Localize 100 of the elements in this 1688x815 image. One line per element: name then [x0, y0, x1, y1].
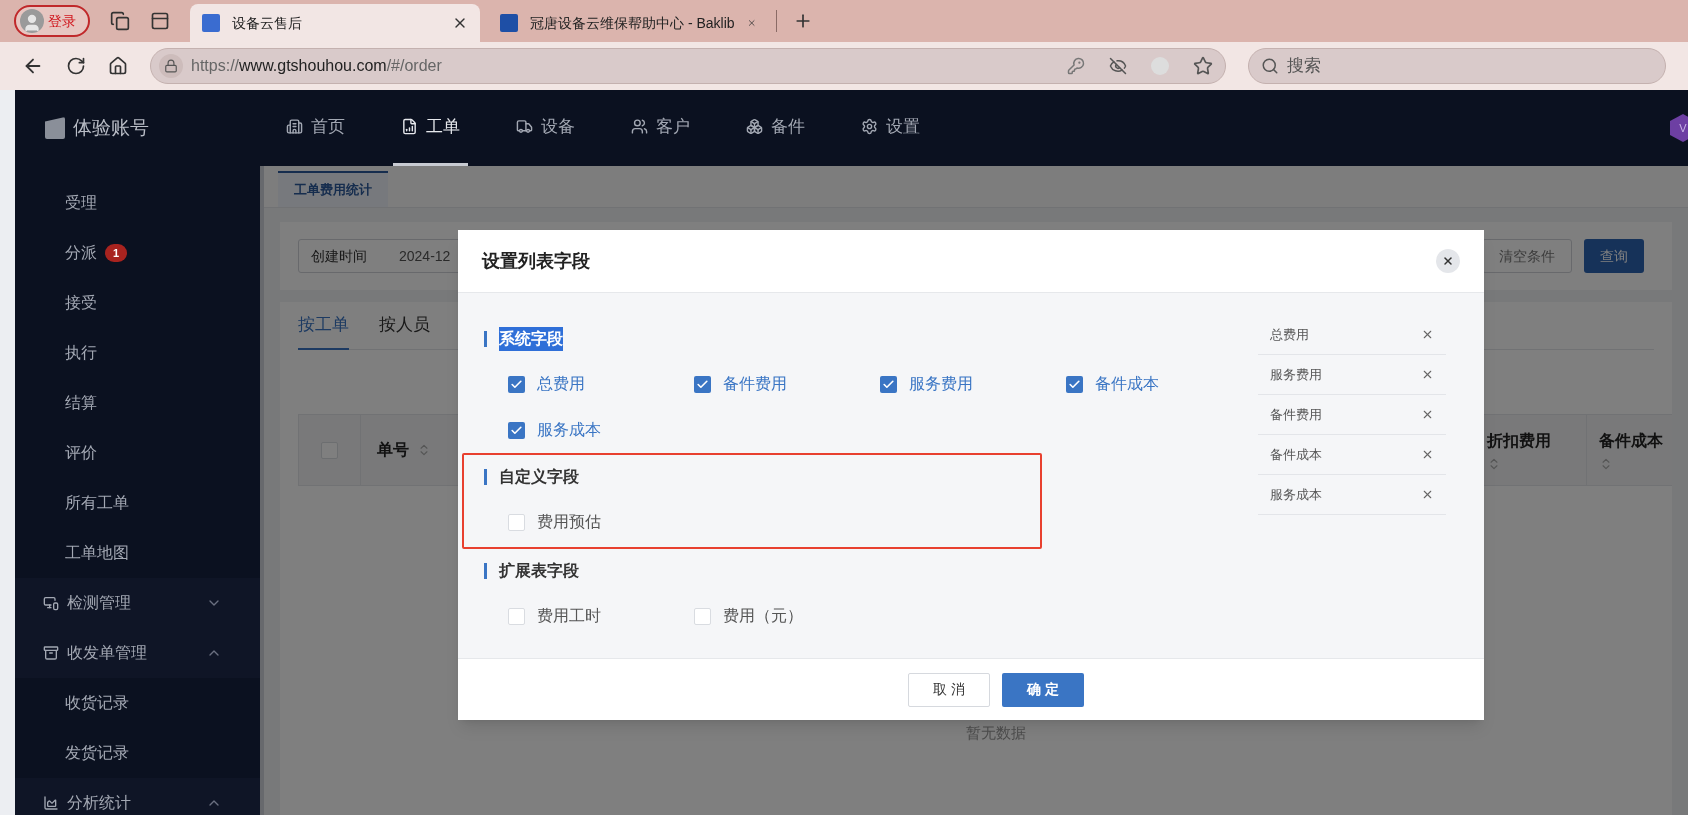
archive-icon — [43, 645, 59, 661]
logo-icon — [45, 117, 65, 139]
sidebar-item[interactable]: 发货记录 — [65, 741, 129, 765]
selected-field: 总费用 — [1270, 324, 1421, 345]
dialog-title: 设置列表字段 — [482, 249, 591, 273]
count-badge: 1 — [105, 244, 128, 262]
close-icon — [1442, 255, 1454, 267]
sidebar-item[interactable]: 受理 — [65, 191, 97, 215]
cancel-button[interactable]: 取 消 — [908, 672, 990, 707]
section-title: 系统字段 — [499, 327, 563, 351]
users-icon — [631, 118, 648, 135]
site-logo-icon — [202, 14, 220, 32]
option-label[interactable]: 总费用 — [537, 372, 585, 396]
confirm-button[interactable]: 确 定 — [1002, 672, 1084, 707]
profile-button[interactable]: 登录 — [14, 5, 90, 37]
checkbox[interactable] — [508, 513, 525, 531]
tab-title: 设备云售后 — [232, 13, 303, 33]
user-badge[interactable]: V — [1670, 114, 1688, 142]
checkbox[interactable] — [694, 375, 711, 393]
collections-icon[interactable] — [110, 11, 130, 31]
avatar-icon — [20, 9, 44, 33]
option-label[interactable]: 备件费用 — [723, 372, 787, 396]
check-icon — [882, 377, 895, 391]
settings-icon — [861, 118, 878, 135]
chart-file-icon — [401, 118, 418, 135]
url-text: https://www.gtshouhou.com/#/order — [191, 56, 443, 76]
sidebar-item[interactable]: 工单地图 — [65, 541, 129, 565]
column-header[interactable]: 单号 — [377, 438, 409, 462]
home-icon[interactable] — [108, 56, 128, 76]
monitor-icon — [43, 595, 59, 611]
sidebar-group[interactable]: 分析统计 — [15, 778, 260, 815]
browser-tab[interactable]: 冠唐设备云维保帮助中心 - Baklib — [488, 4, 768, 42]
remove-icon[interactable] — [1421, 488, 1434, 501]
sub-tab[interactable]: 按人员 — [379, 302, 430, 350]
nav-tab[interactable]: 设备 — [508, 90, 583, 166]
selected-field: 服务费用 — [1270, 364, 1421, 385]
sidebar-group[interactable]: 检测管理 — [15, 578, 260, 628]
remove-icon[interactable] — [1421, 448, 1434, 461]
group-label: 收发单管理 — [67, 643, 148, 663]
browser-tab[interactable]: 设备云售后 — [190, 4, 480, 42]
remove-icon[interactable] — [1421, 368, 1434, 381]
sidebar-item[interactable]: 收货记录 — [65, 691, 129, 715]
account-name: 体验账号 — [73, 115, 149, 140]
remove-icon[interactable] — [1421, 408, 1434, 421]
selected-field: 备件成本 — [1270, 444, 1421, 465]
sidebar-item[interactable]: 所有工单 — [65, 491, 129, 515]
option-label[interactable]: 费用（元） — [723, 604, 803, 628]
nav-tab[interactable]: 客户 — [623, 90, 698, 166]
group-label: 分析统计 — [67, 793, 132, 813]
close-button[interactable] — [1436, 249, 1460, 273]
option-label[interactable]: 费用工时 — [537, 604, 601, 628]
checkbox[interactable] — [880, 375, 897, 393]
lock-icon — [164, 59, 178, 73]
remove-icon[interactable] — [1421, 328, 1434, 341]
option-label[interactable]: 费用预估 — [537, 510, 601, 534]
column-header[interactable]: 折扣费用 — [1487, 429, 1586, 453]
building-icon — [286, 118, 303, 135]
column-header[interactable]: 备件成本 — [1599, 429, 1672, 453]
favorite-star-icon[interactable] — [1193, 56, 1213, 76]
eye-off-icon[interactable] — [1109, 57, 1127, 75]
check-icon — [696, 377, 709, 391]
option-label[interactable]: 服务成本 — [537, 418, 601, 442]
section-marker — [484, 563, 487, 579]
sidebar-item[interactable]: 接受 — [65, 291, 97, 315]
check-icon — [510, 377, 523, 391]
section-marker — [484, 469, 487, 485]
option-label[interactable]: 备件成本 — [1095, 372, 1159, 396]
sidebar-group[interactable]: 收发单管理 — [15, 628, 260, 678]
checkbox[interactable] — [508, 607, 525, 625]
sidebar-item[interactable]: 执行 — [65, 341, 97, 365]
cubes-icon — [746, 118, 763, 135]
check-icon — [1068, 377, 1081, 391]
word-logo-icon — [500, 14, 518, 32]
option-label[interactable]: 服务费用 — [909, 372, 973, 396]
sidebar-item[interactable]: 评价 — [65, 441, 97, 465]
chart-icon — [43, 795, 59, 811]
checkbox[interactable] — [508, 421, 525, 439]
section-title: 自定义字段 — [499, 467, 579, 487]
checkbox[interactable] — [508, 375, 525, 393]
address-field[interactable]: https://www.gtshouhou.com/#/order — [150, 48, 1226, 84]
selected-field: 备件费用 — [1270, 404, 1421, 425]
sidebar-toggle-icon[interactable] — [150, 11, 170, 31]
truck-icon — [516, 118, 533, 135]
checkbox[interactable] — [694, 607, 711, 625]
selected-field: 服务成本 — [1270, 484, 1421, 505]
group-label: 检测管理 — [67, 593, 132, 613]
checkbox[interactable] — [1066, 375, 1083, 393]
sidebar-item[interactable]: 分派 — [65, 241, 97, 265]
nav-tab[interactable]: 设置 — [853, 90, 928, 166]
check-icon — [510, 423, 523, 437]
tab-title: 冠唐设备云维保帮助中心 - Baklib — [530, 13, 735, 33]
section-title: 扩展表字段 — [499, 561, 579, 581]
search-field[interactable]: 搜索 — [1248, 48, 1666, 84]
section-marker — [484, 331, 487, 347]
nav-tab[interactable]: 首页 — [278, 90, 353, 166]
nav-tab[interactable]: 备件 — [738, 90, 813, 166]
key-icon[interactable] — [1067, 57, 1085, 75]
reload-icon[interactable] — [66, 56, 86, 76]
search-icon — [1261, 57, 1279, 75]
sidebar-item[interactable]: 结算 — [65, 391, 97, 415]
